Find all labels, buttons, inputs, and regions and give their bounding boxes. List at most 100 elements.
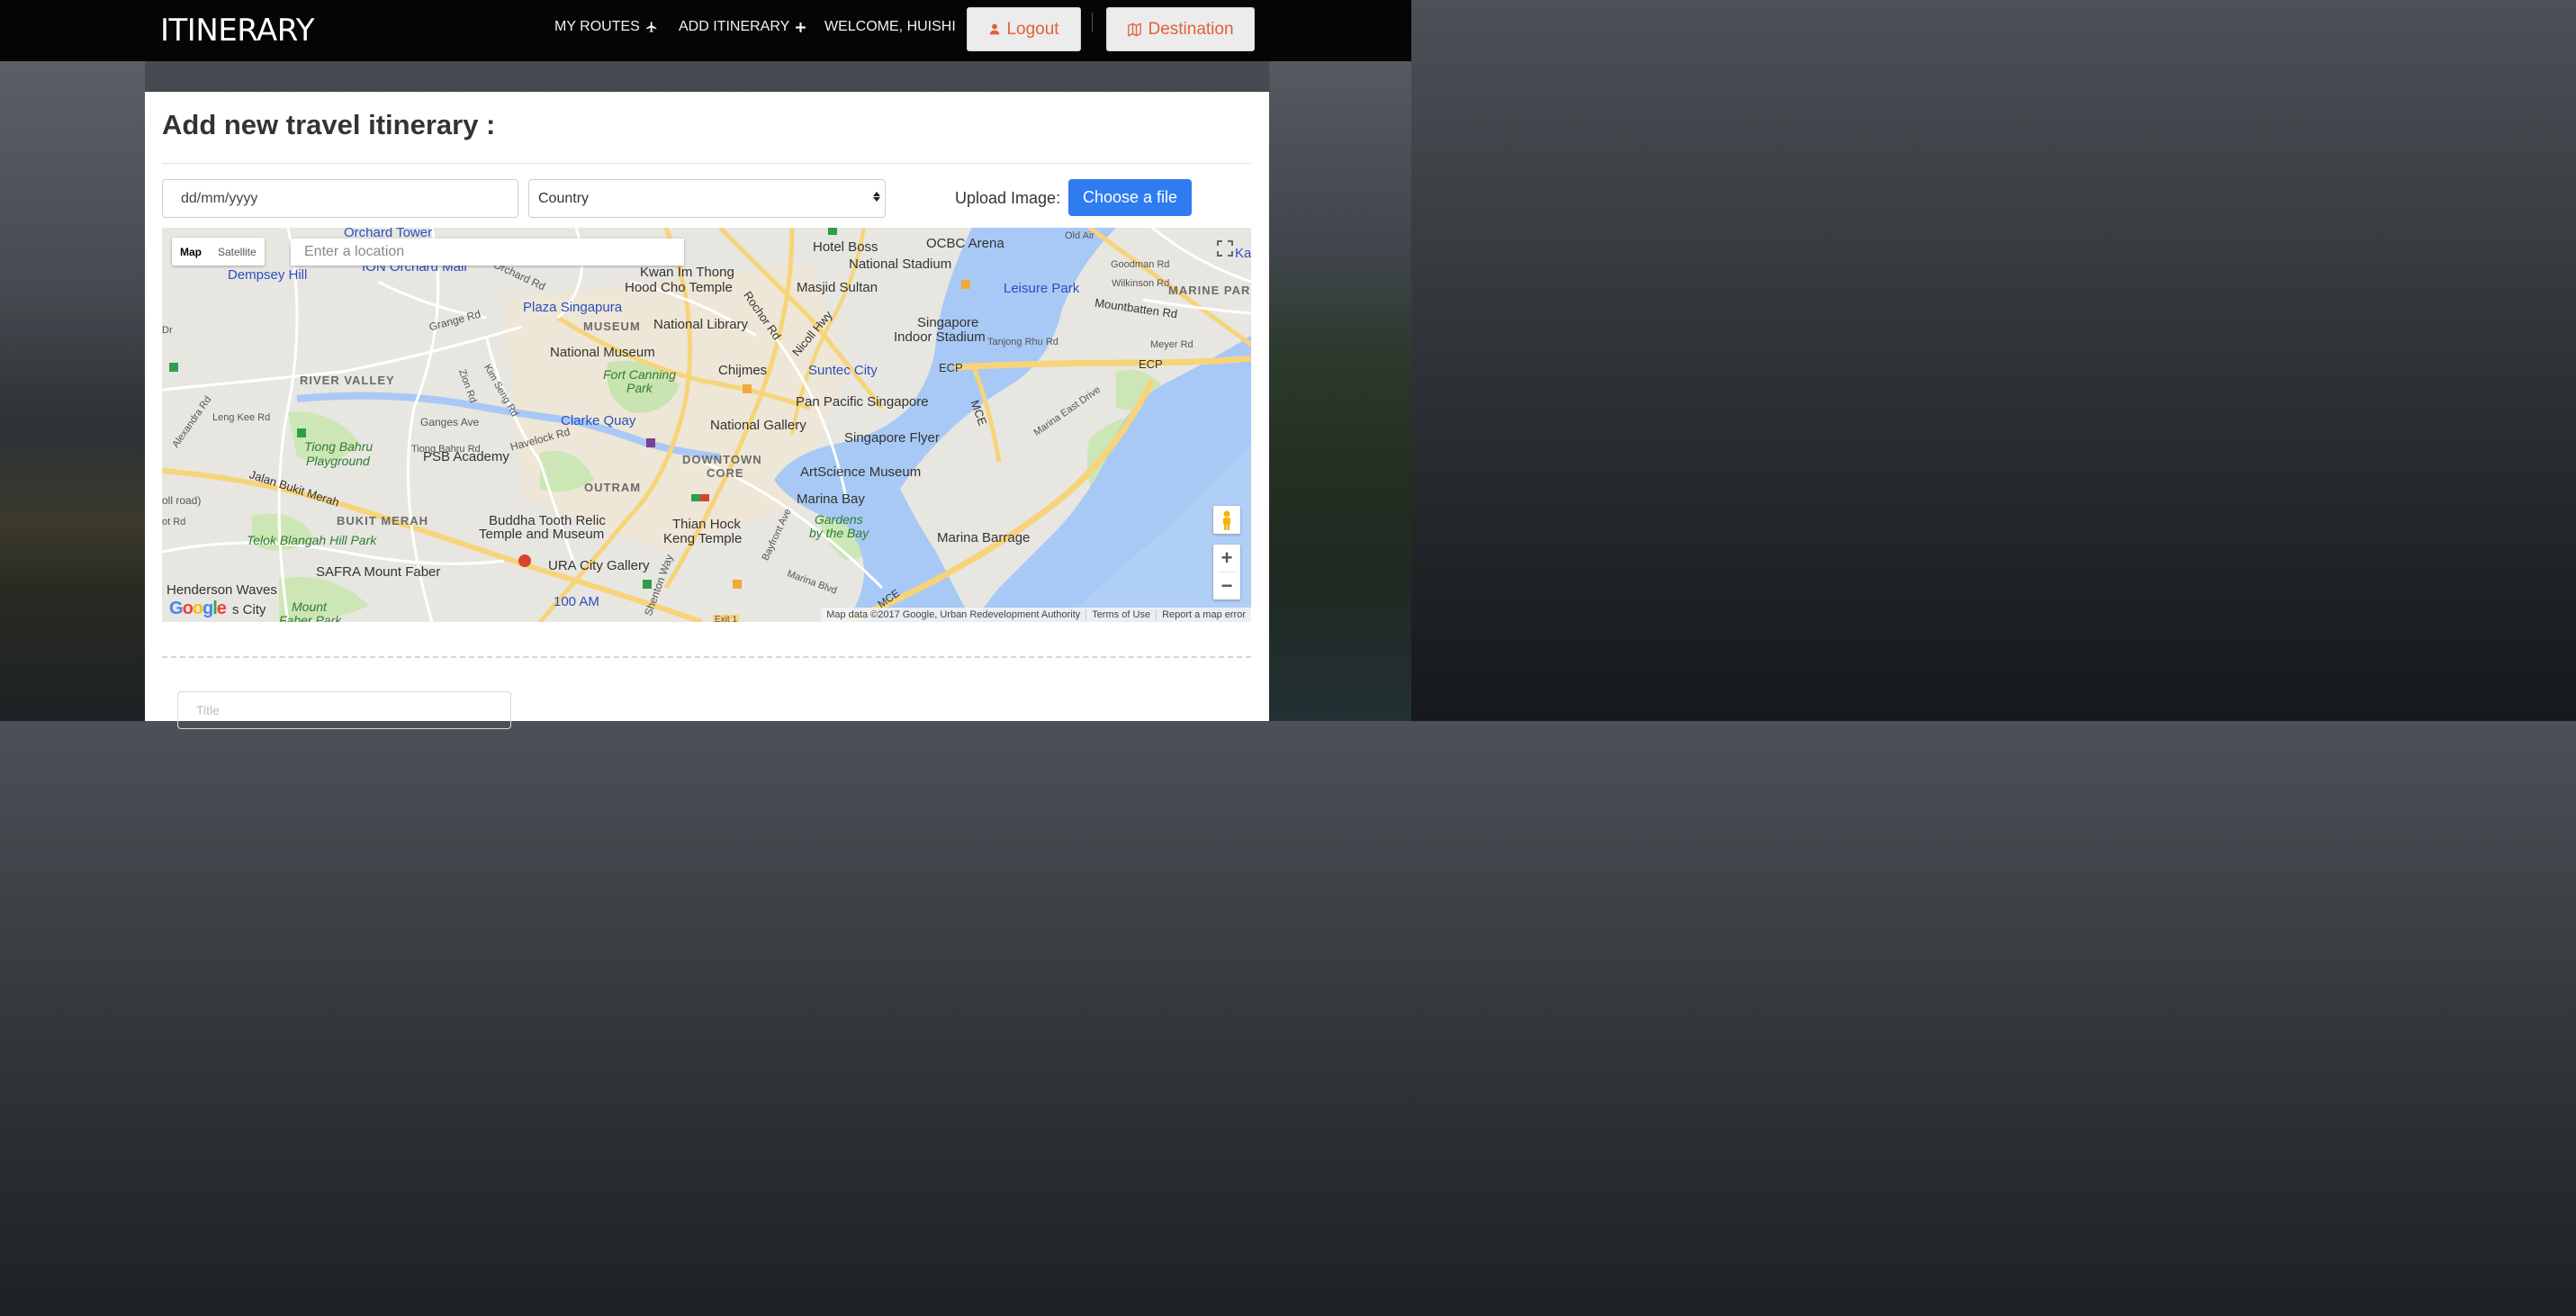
map-label-leng-kee: Leng Kee Rd bbox=[212, 412, 271, 423]
map-type-satellite[interactable]: Satellite bbox=[210, 238, 265, 266]
title-placeholder: Title bbox=[196, 703, 220, 717]
nav-welcome: WELCOME, HUISHI bbox=[824, 19, 956, 35]
map-label-safra: SAFRA Mount Faber bbox=[316, 564, 441, 580]
choose-file-button[interactable]: Choose a file bbox=[1068, 179, 1192, 216]
map-label-playground: Playground bbox=[306, 454, 370, 468]
map-label-tiong-bahru-rd: Tiong Bahru Rd bbox=[411, 444, 481, 455]
location-search-input[interactable]: Enter a location bbox=[291, 239, 684, 266]
map-label-river-valley: RIVER VALLEY bbox=[300, 374, 395, 387]
map-label-temple-museum: Temple and Museum bbox=[479, 527, 605, 542]
nav-my-routes-label: MY ROUTES bbox=[554, 19, 640, 34]
map-label-leisure-park: Leisure Park bbox=[1004, 281, 1080, 296]
google-logo[interactable]: Google bbox=[169, 599, 227, 619]
nav-add-itinerary[interactable]: ADD ITINERARY bbox=[679, 19, 806, 35]
country-selected-value: Country bbox=[538, 190, 590, 206]
nav-divider bbox=[1092, 13, 1093, 32]
map-label-hood-cho: Hood Cho Temple bbox=[625, 280, 733, 295]
zoom-out-button[interactable]: − bbox=[1213, 572, 1240, 599]
map-label-dempsey: Dempsey Hill bbox=[228, 267, 308, 283]
title-input[interactable]: Title bbox=[177, 691, 511, 729]
map-label-fort-canning: Fort Canning bbox=[603, 367, 676, 382]
map-label-marina-bay: Marina Bay bbox=[797, 491, 865, 507]
logout-button[interactable]: Logout bbox=[967, 7, 1081, 51]
map-label-100am: 100 AM bbox=[554, 594, 599, 609]
terms-link[interactable]: Terms of Use bbox=[1085, 609, 1156, 620]
map-label-national-stadium: National Stadium bbox=[849, 257, 952, 272]
dashed-divider bbox=[162, 656, 1251, 658]
welcome-text: WELCOME, HUISHI bbox=[824, 19, 956, 34]
map-label-old-air: Old Air bbox=[1065, 230, 1095, 241]
user-icon bbox=[990, 23, 1000, 35]
map-label-dr: Dr bbox=[162, 325, 173, 336]
report-error-link[interactable]: Report a map error bbox=[1156, 609, 1251, 620]
map-label-thian-hock: Thian Hock bbox=[672, 517, 741, 532]
zoom-controls: + − bbox=[1213, 545, 1240, 599]
map-label-ecp-2: ECP bbox=[1139, 357, 1163, 371]
map-type-toggle: Map Satellite bbox=[172, 238, 265, 266]
map-label-kallang: Ka bbox=[1235, 246, 1251, 261]
map-label-keng-temple: Keng Temple bbox=[663, 531, 743, 546]
page-title: Add new travel itinerary : bbox=[162, 109, 496, 140]
map-label-ganges: Ganges Ave bbox=[420, 416, 480, 428]
map-type-map[interactable]: Map bbox=[172, 238, 210, 266]
brand-logo[interactable]: ITINERARY bbox=[160, 13, 314, 49]
plane-icon bbox=[645, 22, 657, 32]
map-label-national-library: National Library bbox=[653, 317, 749, 332]
select-arrows-icon bbox=[873, 192, 880, 202]
map-label-henderson: Henderson Waves bbox=[167, 582, 277, 598]
map-label-exit1: Exit 1 bbox=[713, 615, 740, 622]
zoom-in-button[interactable]: + bbox=[1213, 545, 1240, 572]
map-label-masjid: Masjid Sultan bbox=[797, 280, 878, 295]
map-label-marina-barrage: Marina Barrage bbox=[937, 530, 1031, 545]
map-label-downtown: DOWNTOWN bbox=[682, 453, 762, 466]
upload-image-label: Upload Image: bbox=[955, 189, 1061, 207]
map-label-core: CORE bbox=[707, 466, 744, 480]
fullscreen-icon[interactable] bbox=[1213, 237, 1237, 260]
map-label-clarke-quay: Clarke Quay bbox=[561, 413, 636, 428]
divider bbox=[162, 163, 1251, 164]
map-label-ocbc: OCBC Arena bbox=[926, 236, 1004, 251]
date-input[interactable]: dd/mm/yyyy bbox=[162, 179, 518, 218]
street-view-pegman-icon[interactable] bbox=[1213, 506, 1240, 534]
map-label-telok-blangah: Telok Blangah Hill Park bbox=[247, 533, 377, 547]
map-label-meyer: Meyer Rd bbox=[1150, 339, 1193, 350]
map-label-oll-road: oll road) bbox=[162, 494, 202, 507]
map-label-pan-pacific: Pan Pacific Singapore bbox=[796, 394, 929, 410]
map-label-sg-indoor: Singapore bbox=[917, 315, 979, 330]
destination-label: Destination bbox=[1148, 19, 1234, 39]
nav-my-routes[interactable]: MY ROUTES bbox=[554, 19, 658, 35]
map-label-artscience: ArtScience Museum bbox=[800, 464, 922, 480]
map-label-marine-parade: MARINE PAR bbox=[1168, 284, 1251, 297]
map-label-bukit-merah: BUKIT MERAH bbox=[337, 514, 428, 527]
nav-add-itinerary-label: ADD ITINERARY bbox=[679, 19, 790, 34]
map-label-park: Park bbox=[626, 381, 653, 395]
map-label-ecp-1: ECP bbox=[939, 361, 963, 374]
map-label-ura: URA City Gallery bbox=[548, 558, 650, 573]
map-label-goodman: Goodman Rd bbox=[1111, 259, 1170, 270]
map-label-museum: MUSEUM bbox=[583, 320, 641, 333]
map-label-gardens: Gardens bbox=[815, 512, 863, 527]
map-label-national-gallery: National Gallery bbox=[710, 418, 806, 433]
destination-button[interactable]: Destination bbox=[1106, 7, 1255, 51]
map-label-wilkinson: Wilkinson Rd bbox=[1112, 278, 1170, 289]
background-right bbox=[1269, 61, 1411, 721]
map-label-chijmes: Chijmes bbox=[718, 363, 768, 378]
map-label-by-the-bay: by the Bay bbox=[809, 526, 869, 540]
location-placeholder: Enter a location bbox=[304, 244, 405, 259]
map-label-plaza-singapura: Plaza Singapura bbox=[523, 300, 623, 315]
map-label-singapore-flyer: Singapore Flyer bbox=[844, 430, 940, 446]
map-label-tiong-bahru-playground: Tiong Bahru bbox=[304, 439, 374, 454]
country-select[interactable]: Country bbox=[528, 179, 886, 218]
map-label-mount: Mount bbox=[292, 599, 327, 614]
itinerary-card: Add new travel itinerary : dd/mm/yyyy Co… bbox=[145, 92, 1269, 729]
plus-icon bbox=[796, 22, 806, 32]
map-view[interactable]: Orchard Tower ION Orchard Mall Dempsey H… bbox=[162, 228, 1251, 622]
map-icon bbox=[1128, 22, 1142, 37]
map-label-s-city: s City bbox=[232, 602, 266, 617]
map-label-suntec: Suntec City bbox=[808, 363, 878, 378]
map-label-kwan-im: Kwan Im Thong bbox=[640, 265, 734, 280]
date-placeholder: dd/mm/yyyy bbox=[181, 190, 258, 206]
logout-label: Logout bbox=[1006, 19, 1059, 39]
background-left bbox=[0, 61, 145, 721]
navbar: ITINERARY MY ROUTES ADD ITINERARY WELCOM… bbox=[0, 0, 1411, 61]
